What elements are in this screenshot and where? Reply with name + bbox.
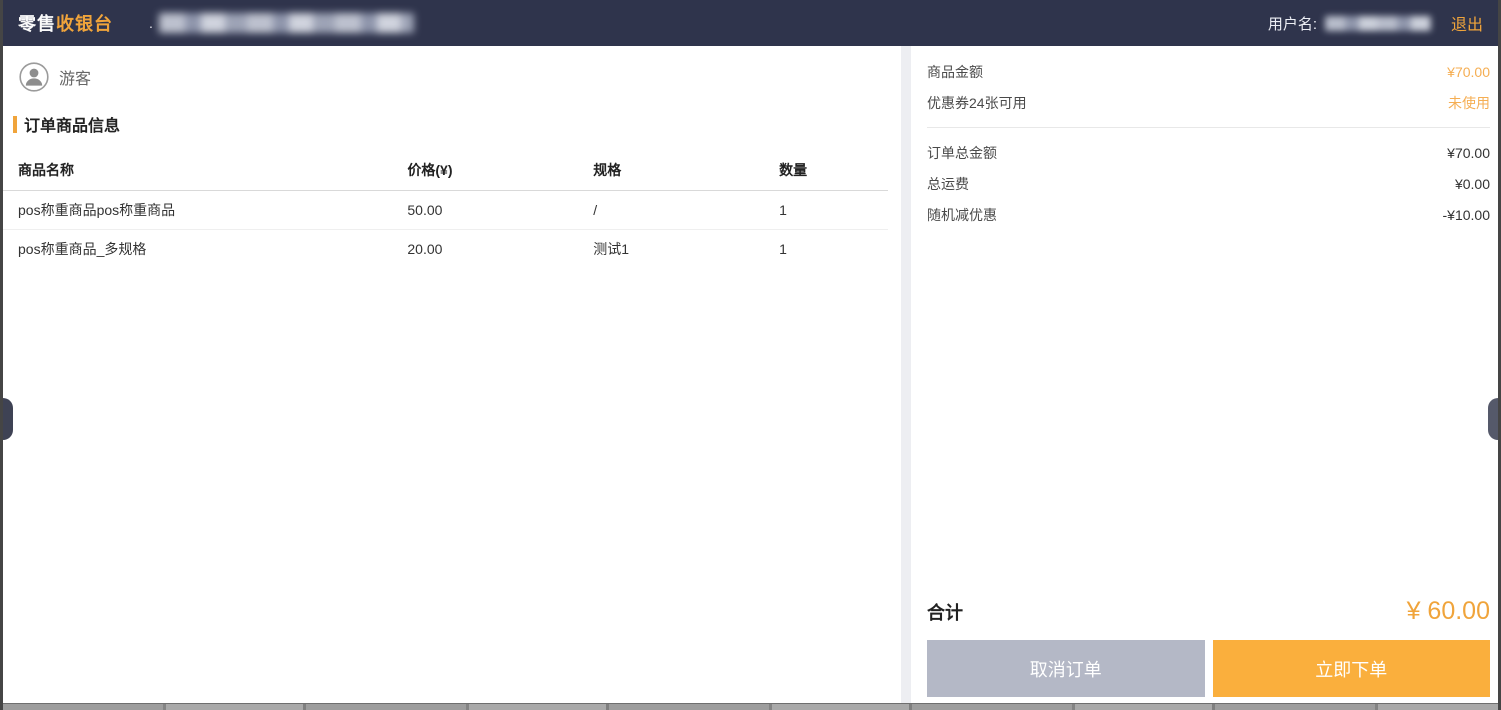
cell-quantity: 1	[764, 190, 888, 229]
cell-quantity: 1	[764, 229, 888, 268]
app-title-cashier: 收银台	[56, 14, 113, 34]
taskbar-sliver	[3, 703, 1498, 710]
random-discount-row: 随机减优惠 -¥10.00	[927, 199, 1490, 230]
shipping-label: 总运费	[927, 174, 969, 194]
customer-name-label: 游客	[59, 65, 91, 89]
section-title-label: 订单商品信息	[24, 112, 120, 136]
goods-amount-value: ¥70.00	[1447, 64, 1490, 80]
coupon-label: 优惠券24张可用	[927, 93, 1027, 113]
shipping-row: 总运费 ¥0.00	[927, 168, 1490, 199]
grand-total-label: 合计	[927, 599, 963, 625]
cell-spec: 测试1	[578, 229, 764, 268]
cell-product-name: pos称重商品pos称重商品	[3, 190, 392, 229]
submit-order-button[interactable]: 立即下单	[1213, 640, 1491, 697]
store-name-redacted	[159, 13, 414, 33]
app-title: 零售收银台	[18, 10, 113, 36]
header-price: 价格(¥)	[392, 150, 578, 190]
checkout-area: 合计 ¥ 60.00 取消订单 立即下单	[927, 597, 1490, 697]
order-total-row: 订单总金额 ¥70.00	[927, 137, 1490, 168]
goods-amount-label: 商品金额	[927, 62, 983, 82]
order-section-header: 订单商品信息	[13, 112, 901, 136]
coupon-row[interactable]: 优惠券24张可用 未使用	[927, 87, 1490, 118]
customer-selector[interactable]: 游客	[19, 62, 901, 92]
left-drawer-handle[interactable]	[3, 398, 13, 440]
summary-divider	[927, 127, 1490, 128]
app-title-retail: 零售	[18, 14, 56, 34]
random-discount-value: -¥10.00	[1443, 207, 1490, 223]
table-row: pos称重商品_多规格 20.00 测试1 1	[3, 229, 888, 268]
store-name-prefix: .	[149, 15, 153, 31]
order-total-label: 订单总金额	[927, 143, 997, 163]
header-product-name: 商品名称	[3, 150, 392, 190]
topbar-right: 用户名: 退出	[1268, 11, 1483, 35]
coupon-status-value: 未使用	[1448, 93, 1490, 113]
section-accent-bar	[13, 116, 17, 133]
shipping-value: ¥0.00	[1455, 176, 1490, 192]
order-total-value: ¥70.00	[1447, 145, 1490, 161]
cell-product-name: pos称重商品_多规格	[3, 229, 392, 268]
right-drawer-handle[interactable]	[1488, 398, 1498, 440]
cell-spec: /	[578, 190, 764, 229]
action-buttons: 取消订单 立即下单	[927, 640, 1490, 697]
header-spec: 规格	[578, 150, 764, 190]
header-quantity: 数量	[764, 150, 888, 190]
order-items-table: 商品名称 价格(¥) 规格 数量 pos称重商品pos称重商品 50.00 / …	[3, 150, 888, 268]
grand-total-value: ¥ 60.00	[1407, 597, 1490, 626]
cell-price: 20.00	[392, 229, 578, 268]
grand-total-row: 合计 ¥ 60.00	[927, 597, 1490, 626]
order-items-panel: 游客 订单商品信息 商品名称 价格(¥) 规格 数量 pos称重商	[3, 46, 901, 703]
guest-avatar-icon	[19, 62, 49, 92]
cell-price: 50.00	[392, 190, 578, 229]
goods-amount-row: 商品金额 ¥70.00	[927, 56, 1490, 87]
cancel-order-button[interactable]: 取消订单	[927, 640, 1205, 697]
pos-window: 零售收银台 . 用户名: 退出 游客	[0, 0, 1501, 710]
panel-divider-gap	[901, 46, 911, 703]
username-label: 用户名:	[1268, 13, 1317, 34]
table-row: pos称重商品pos称重商品 50.00 / 1	[3, 190, 888, 229]
random-discount-label: 随机减优惠	[927, 205, 997, 225]
logout-button[interactable]: 退出	[1451, 11, 1483, 35]
username-value-redacted	[1325, 16, 1431, 31]
main-area: 游客 订单商品信息 商品名称 价格(¥) 规格 数量 pos称重商	[3, 46, 1498, 703]
topbar: 零售收银台 . 用户名: 退出	[3, 0, 1498, 46]
table-header-row: 商品名称 价格(¥) 规格 数量	[3, 150, 888, 190]
order-summary-panel: 商品金额 ¥70.00 优惠券24张可用 未使用 订单总金额 ¥70.00 总运…	[911, 46, 1498, 703]
